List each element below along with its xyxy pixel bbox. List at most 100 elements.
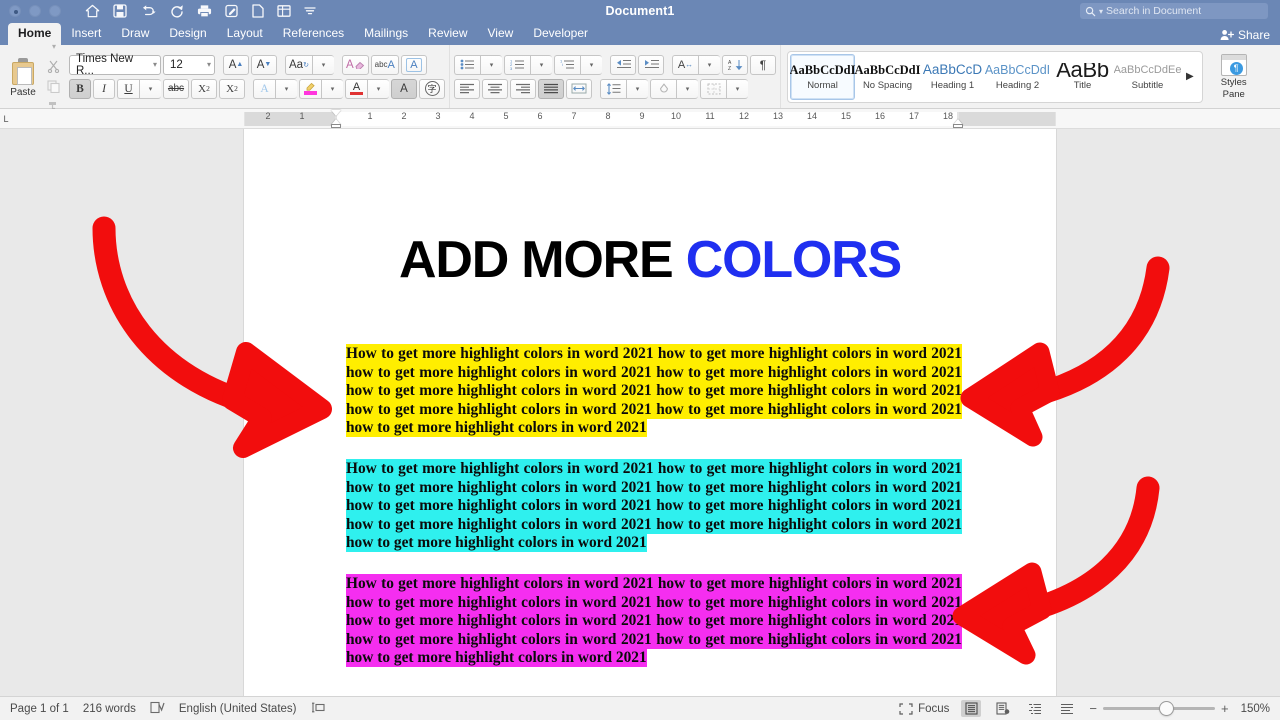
asian-layout-button[interactable]: 字 xyxy=(419,78,445,99)
align-right-button[interactable] xyxy=(510,78,536,99)
font-color-button[interactable]: A xyxy=(345,78,367,99)
text-direction-chevron-down-icon[interactable]: ▾ xyxy=(698,54,720,75)
font-color-split[interactable]: A ▾ xyxy=(345,78,389,99)
paste-icon[interactable] xyxy=(10,57,36,86)
right-margin-marker[interactable] xyxy=(953,124,963,128)
shrink-font-button[interactable]: A ▼ xyxy=(251,54,277,75)
first-line-indent-marker[interactable] xyxy=(331,110,341,116)
ltr-rtl-split[interactable]: A ↔ ▾ xyxy=(672,54,720,75)
italic-button[interactable]: I xyxy=(93,78,115,99)
tab-layout[interactable]: Layout xyxy=(217,23,273,45)
line-spacing-chevron-down-icon[interactable]: ▾ xyxy=(626,78,648,99)
shading-chevron-down-icon[interactable]: ▾ xyxy=(676,78,698,99)
line-spacing-button[interactable] xyxy=(600,78,626,99)
web-layout-view-button[interactable] xyxy=(993,700,1013,717)
print-icon[interactable] xyxy=(197,4,212,18)
style-heading-2[interactable]: AaBbCcDdI Heading 2 xyxy=(985,54,1050,100)
numbered-list-button[interactable]: 123 xyxy=(504,54,530,75)
customize-toolbar-icon[interactable] xyxy=(304,5,316,17)
bulleted-list-button[interactable] xyxy=(454,54,480,75)
minimize-window-button[interactable] xyxy=(29,5,41,17)
new-document-icon[interactable] xyxy=(252,4,264,18)
borders-button[interactable] xyxy=(700,78,726,99)
tab-insert[interactable]: Insert xyxy=(61,23,111,45)
draft-view-button[interactable] xyxy=(1057,700,1077,717)
bold-button[interactable]: B xyxy=(69,78,91,99)
clear-formatting-button[interactable]: A xyxy=(341,54,369,75)
styles-pane-button[interactable]: ¶ Styles Pane xyxy=(1211,53,1257,100)
style-no-spacing[interactable]: AaBbCcDdI No Spacing xyxy=(855,54,921,100)
horizontal-ruler[interactable]: 2 1 1 2 3 4 5 6 7 8 9 10 11 12 13 14 15 … xyxy=(244,109,1056,129)
left-indent-marker[interactable] xyxy=(331,124,341,128)
numbering-split[interactable]: 123 ▾ xyxy=(504,54,552,75)
text-outline-button[interactable]: A xyxy=(253,78,275,99)
grow-font-button[interactable]: A ▲ xyxy=(223,54,249,75)
paragraph-magenta[interactable]: How to get more highlight colors in word… xyxy=(346,573,962,668)
tab-stop-selector[interactable]: L xyxy=(0,109,12,129)
change-case-button[interactable]: Aa ↻ xyxy=(285,54,312,75)
save-icon[interactable] xyxy=(113,4,127,18)
home-icon[interactable] xyxy=(85,4,100,18)
align-center-button[interactable] xyxy=(482,78,508,99)
paste-dropdown-icon[interactable]: ▾ xyxy=(47,40,61,54)
style-subtitle[interactable]: AaBbCcDdEe Subtitle xyxy=(1114,54,1182,100)
style-normal[interactable]: AaBbCcDdI Normal xyxy=(790,53,856,100)
paragraph-yellow[interactable]: How to get more highlight colors in word… xyxy=(346,344,962,438)
tab-design[interactable]: Design xyxy=(159,23,216,45)
character-shading-button[interactable]: A xyxy=(391,78,417,99)
multilevel-split[interactable]: 1i ▾ xyxy=(554,54,602,75)
search-input[interactable]: ▾ Search in Document xyxy=(1080,3,1268,19)
paste-label[interactable]: Paste xyxy=(10,87,36,98)
superscript-button[interactable]: X2 xyxy=(219,78,245,99)
shading-button[interactable] xyxy=(650,78,676,99)
line-spacing-split[interactable]: ▾ xyxy=(600,78,648,99)
spelling-grammar-button[interactable]: abc A xyxy=(370,54,399,75)
underline-split[interactable]: U ▾ xyxy=(117,78,161,99)
zoom-level-label[interactable]: 150% xyxy=(1241,703,1270,715)
font-color-chevron-down-icon[interactable]: ▾ xyxy=(367,78,389,99)
text-highlight-color-button[interactable] xyxy=(299,78,321,99)
underline-button[interactable]: U xyxy=(117,78,139,99)
underline-chevron-down-icon[interactable]: ▾ xyxy=(139,78,161,99)
show-formatting-marks-button[interactable]: ¶ xyxy=(750,54,776,75)
highlight-chevron-down-icon[interactable]: ▾ xyxy=(321,78,343,99)
undo-icon[interactable] xyxy=(140,4,157,18)
tab-mailings[interactable]: Mailings xyxy=(354,23,418,45)
tab-references[interactable]: References xyxy=(273,23,354,45)
change-case-split[interactable]: Aa ↻ ▾ xyxy=(285,54,334,75)
text-direction-button[interactable]: A ↔ xyxy=(672,54,698,75)
focus-button[interactable]: Focus xyxy=(899,703,949,715)
bullets-split[interactable]: ▾ xyxy=(454,54,502,75)
font-size-chevron-down-icon[interactable]: ▾ xyxy=(201,60,211,69)
decrease-indent-button[interactable] xyxy=(610,54,636,75)
track-changes-icon[interactable] xyxy=(311,701,325,717)
text-outline-split[interactable]: A ▾ xyxy=(253,78,297,99)
zoom-knob[interactable] xyxy=(1159,702,1173,715)
maximize-window-button[interactable] xyxy=(49,5,61,17)
increase-indent-button[interactable] xyxy=(638,54,664,75)
align-left-button[interactable] xyxy=(454,78,480,99)
word-count-label[interactable]: 216 words xyxy=(83,703,136,715)
styles-gallery-more-icon[interactable]: ▶ xyxy=(1180,71,1200,82)
font-name-input[interactable]: Times New R... ▾ xyxy=(69,53,161,77)
zoom-track[interactable] xyxy=(1102,702,1215,715)
highlight-split[interactable]: ▾ xyxy=(299,78,343,99)
borders-split[interactable]: ▾ xyxy=(700,78,748,99)
tab-review[interactable]: Review xyxy=(418,23,477,45)
style-heading-1[interactable]: AaBbCcD Heading 1 xyxy=(920,54,985,100)
copy-icon[interactable] xyxy=(47,79,61,94)
text-effects-button[interactable]: A xyxy=(400,54,427,75)
sort-button[interactable]: AZ xyxy=(722,54,748,75)
redo-icon[interactable] xyxy=(170,4,184,18)
close-window-button[interactable] xyxy=(9,5,21,17)
window-controls[interactable] xyxy=(0,5,61,17)
share-button[interactable]: Share xyxy=(1220,28,1270,42)
table-icon[interactable] xyxy=(277,4,291,18)
multilevel-list-button[interactable]: 1i xyxy=(554,54,580,75)
cut-icon[interactable] xyxy=(47,60,61,74)
print-layout-view-button[interactable] xyxy=(961,700,982,717)
borders-chevron-down-icon[interactable]: ▾ xyxy=(726,78,748,99)
zoom-in-button[interactable]: + xyxy=(1221,701,1229,716)
document-page[interactable]: ADD MORE COLORS How to get more highligh… xyxy=(244,129,1056,696)
styles-gallery[interactable]: AaBbCcDdI Normal AaBbCcDdI No Spacing Aa… xyxy=(787,50,1203,103)
